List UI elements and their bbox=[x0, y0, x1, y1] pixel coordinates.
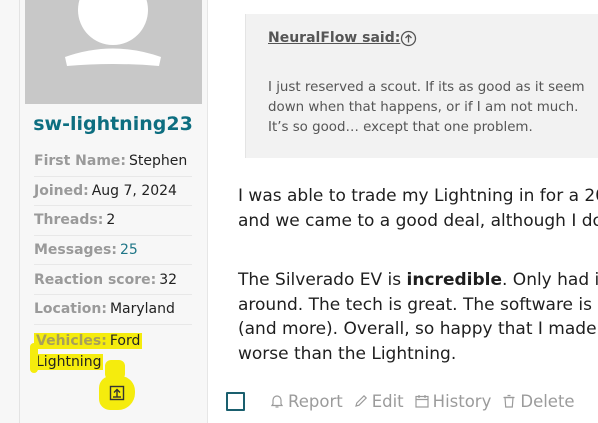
post-paragraph-2: The Silverado EV is incredible. Only had… bbox=[238, 268, 598, 366]
threads-label: Threads: bbox=[34, 212, 104, 229]
info-reaction-score: Reaction score: 32 bbox=[34, 265, 192, 295]
trash-icon bbox=[503, 394, 515, 408]
delete-label: Delete bbox=[520, 391, 575, 411]
default-avatar-icon bbox=[65, 0, 161, 66]
select-post-checkbox[interactable] bbox=[226, 391, 245, 411]
info-first-name: First Name: Stephen bbox=[34, 147, 192, 177]
info-threads: Threads: 2 bbox=[34, 206, 192, 236]
reaction-score-label: Reaction score: bbox=[34, 271, 157, 288]
post-line: around. The tech is great. The software … bbox=[238, 294, 598, 315]
reaction-score-value: 32 bbox=[159, 271, 178, 288]
first-name-label: First Name: bbox=[34, 153, 127, 170]
username[interactable]: sw-lightning23 bbox=[20, 113, 206, 135]
threads-value: 2 bbox=[106, 212, 116, 229]
quote-text: I just reserved a scout. If its as good … bbox=[268, 78, 598, 138]
vehicles-value-line1: Ford bbox=[109, 332, 141, 349]
history-button[interactable]: History bbox=[414, 391, 492, 411]
edit-button[interactable]: Edit bbox=[353, 392, 404, 411]
first-name-value: Stephen bbox=[129, 153, 188, 170]
messages-label: Messages: bbox=[34, 242, 117, 259]
post-line: worse than the Lightning. bbox=[238, 343, 457, 364]
joined-label: Joined: bbox=[34, 182, 89, 199]
post-line: and we came to a good deal, although I d… bbox=[238, 210, 598, 231]
info-messages: Messages: 25 bbox=[34, 236, 192, 266]
calendar-icon bbox=[415, 395, 429, 408]
quote-line: I just reserved a scout. If its as good … bbox=[268, 80, 585, 95]
quote-author-link[interactable]: NeuralFlow said: bbox=[268, 30, 400, 46]
post-line: The Silverado EV is incredible. Only had… bbox=[238, 270, 598, 290]
location-label: Location: bbox=[34, 301, 107, 318]
quote-line: It’s so good… except that one problem. bbox=[268, 120, 533, 135]
location-value: Maryland bbox=[109, 301, 175, 318]
share-button[interactable] bbox=[99, 376, 135, 410]
bold-text: incredible bbox=[406, 270, 502, 290]
avatar[interactable] bbox=[25, 0, 202, 104]
quote-block: NeuralFlow said: I just reserved a scout… bbox=[245, 14, 598, 158]
history-label: History bbox=[432, 391, 492, 411]
vehicles-value-line2: Lightning bbox=[36, 353, 102, 370]
post-paragraph-1: I was able to trade my Lightning in for … bbox=[238, 184, 598, 233]
vehicles-label: Vehicles: bbox=[36, 332, 107, 349]
messages-link[interactable]: 25 bbox=[120, 242, 138, 258]
share-icon bbox=[109, 385, 125, 401]
report-button[interactable]: Report bbox=[269, 392, 343, 411]
post-line: I was able to trade my Lightning in for … bbox=[238, 186, 598, 206]
report-label: Report bbox=[288, 391, 343, 411]
user-sidebar: sw-lightning23 First Name: Stephen Joine… bbox=[0, 0, 208, 423]
joined-value: Aug 7, 2024 bbox=[91, 182, 177, 199]
bell-icon bbox=[270, 395, 284, 408]
jump-to-quote-icon[interactable] bbox=[400, 30, 417, 51]
delete-button[interactable]: Delete bbox=[501, 391, 575, 411]
user-info-list: First Name: Stephen Joined: Aug 7, 2024 … bbox=[34, 147, 192, 373]
edit-label: Edit bbox=[371, 391, 404, 411]
pencil-icon bbox=[354, 394, 367, 407]
info-location: Location: Maryland bbox=[34, 295, 192, 325]
highlight-stroke bbox=[30, 343, 38, 373]
post-line: (and more). Overall, so happy that I mad… bbox=[238, 319, 598, 339]
quote-line: down when that happens, or if I am not m… bbox=[268, 100, 579, 115]
post-actions: Report Edit History Delete bbox=[226, 388, 585, 414]
sidebar-divider bbox=[19, 0, 20, 423]
info-joined: Joined: Aug 7, 2024 bbox=[34, 177, 192, 207]
